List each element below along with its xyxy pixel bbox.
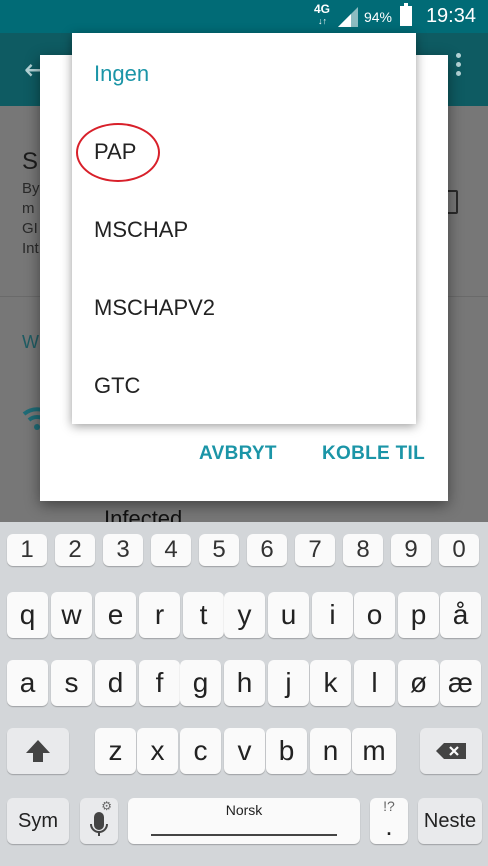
highlight-circle [76, 123, 160, 182]
key-z[interactable]: z [95, 728, 136, 774]
key-a[interactable]: a [7, 660, 48, 706]
option-mschapv2[interactable]: MSCHAPV2 [94, 295, 215, 321]
key-r[interactable]: r [139, 592, 180, 638]
option-ingen[interactable]: Ingen [94, 61, 149, 87]
backspace-key[interactable] [420, 728, 482, 774]
key-m[interactable]: m [352, 728, 396, 774]
key-j[interactable]: j [268, 660, 309, 706]
background-line: m [22, 200, 35, 217]
shift-key[interactable] [7, 728, 69, 774]
background-title: S [22, 148, 39, 175]
connect-button[interactable]: KOBLE TIL [322, 443, 425, 465]
more-options-icon[interactable] [456, 53, 462, 80]
key-c[interactable]: c [180, 728, 221, 774]
signal-icon [338, 7, 358, 27]
key-h[interactable]: h [224, 660, 265, 706]
backspace-icon [436, 743, 466, 759]
background-line: By [22, 180, 40, 197]
microphone-icon [90, 812, 108, 836]
key-7[interactable]: 7 [295, 534, 335, 566]
key-q[interactable]: q [7, 592, 48, 638]
key-k[interactable]: k [310, 660, 351, 706]
key-d[interactable]: d [95, 660, 136, 706]
key-2[interactable]: 2 [55, 534, 95, 566]
status-bar: 4G ↓↑ 94% 19:34 [0, 0, 488, 33]
battery-icon [400, 3, 412, 26]
settings-gear-icon: ⚙ [101, 799, 112, 813]
key-u[interactable]: u [268, 592, 309, 638]
key-f[interactable]: f [139, 660, 180, 706]
background-line: GI [22, 220, 38, 237]
network-type: 4G [313, 2, 330, 16]
key-ae[interactable]: æ [440, 660, 481, 706]
space-key[interactable]: Norsk [128, 798, 360, 844]
on-screen-keyboard: 1 2 3 4 5 6 7 8 9 0 q w e r t y u i o p … [0, 522, 488, 866]
period-label: . [385, 811, 393, 841]
option-gtc[interactable]: GTC [94, 373, 140, 399]
sym-key[interactable]: Sym [7, 798, 69, 844]
key-0[interactable]: 0 [439, 534, 479, 566]
key-9[interactable]: 9 [391, 534, 431, 566]
dialog-actions: AVBRYT KOBLE TIL [40, 443, 448, 483]
key-8[interactable]: 8 [343, 534, 383, 566]
key-l[interactable]: l [354, 660, 395, 706]
key-v[interactable]: v [224, 728, 265, 774]
auth-method-dropdown: Ingen PAP MSCHAP MSCHAPV2 GTC [72, 33, 416, 424]
key-o[interactable]: o [354, 592, 395, 638]
key-x[interactable]: x [137, 728, 178, 774]
punctuation-key[interactable]: !? . [370, 798, 408, 844]
key-1[interactable]: 1 [7, 534, 47, 566]
key-oe[interactable]: ø [398, 660, 439, 706]
key-g[interactable]: g [180, 660, 221, 706]
background-description: By m GI Int [22, 179, 40, 259]
clock: 19:34 [425, 5, 476, 27]
network-activity-icon: ↓↑ [318, 16, 327, 26]
key-b[interactable]: b [266, 728, 307, 774]
key-4[interactable]: 4 [151, 534, 191, 566]
cancel-button[interactable]: AVBRYT [199, 443, 277, 465]
shift-arrow-icon [26, 740, 50, 762]
background-section-header: W [22, 332, 39, 352]
battery-percent: 94% [363, 9, 392, 25]
key-aa[interactable]: å [440, 592, 481, 638]
next-key[interactable]: Neste [418, 798, 482, 844]
background-line: Int [22, 240, 39, 257]
key-3[interactable]: 3 [103, 534, 143, 566]
key-5[interactable]: 5 [199, 534, 239, 566]
key-e[interactable]: e [95, 592, 136, 638]
key-s[interactable]: s [51, 660, 92, 706]
key-i[interactable]: i [312, 592, 353, 638]
option-mschap[interactable]: MSCHAP [94, 217, 188, 243]
key-t[interactable]: t [183, 592, 224, 638]
voice-input-key[interactable]: ⚙ [80, 798, 118, 844]
key-p[interactable]: p [398, 592, 439, 638]
key-w[interactable]: w [51, 592, 92, 638]
key-n[interactable]: n [310, 728, 351, 774]
key-6[interactable]: 6 [247, 534, 287, 566]
space-bar-indicator [151, 834, 337, 836]
keyboard-language-label: Norsk [225, 802, 263, 818]
key-y[interactable]: y [224, 592, 265, 638]
